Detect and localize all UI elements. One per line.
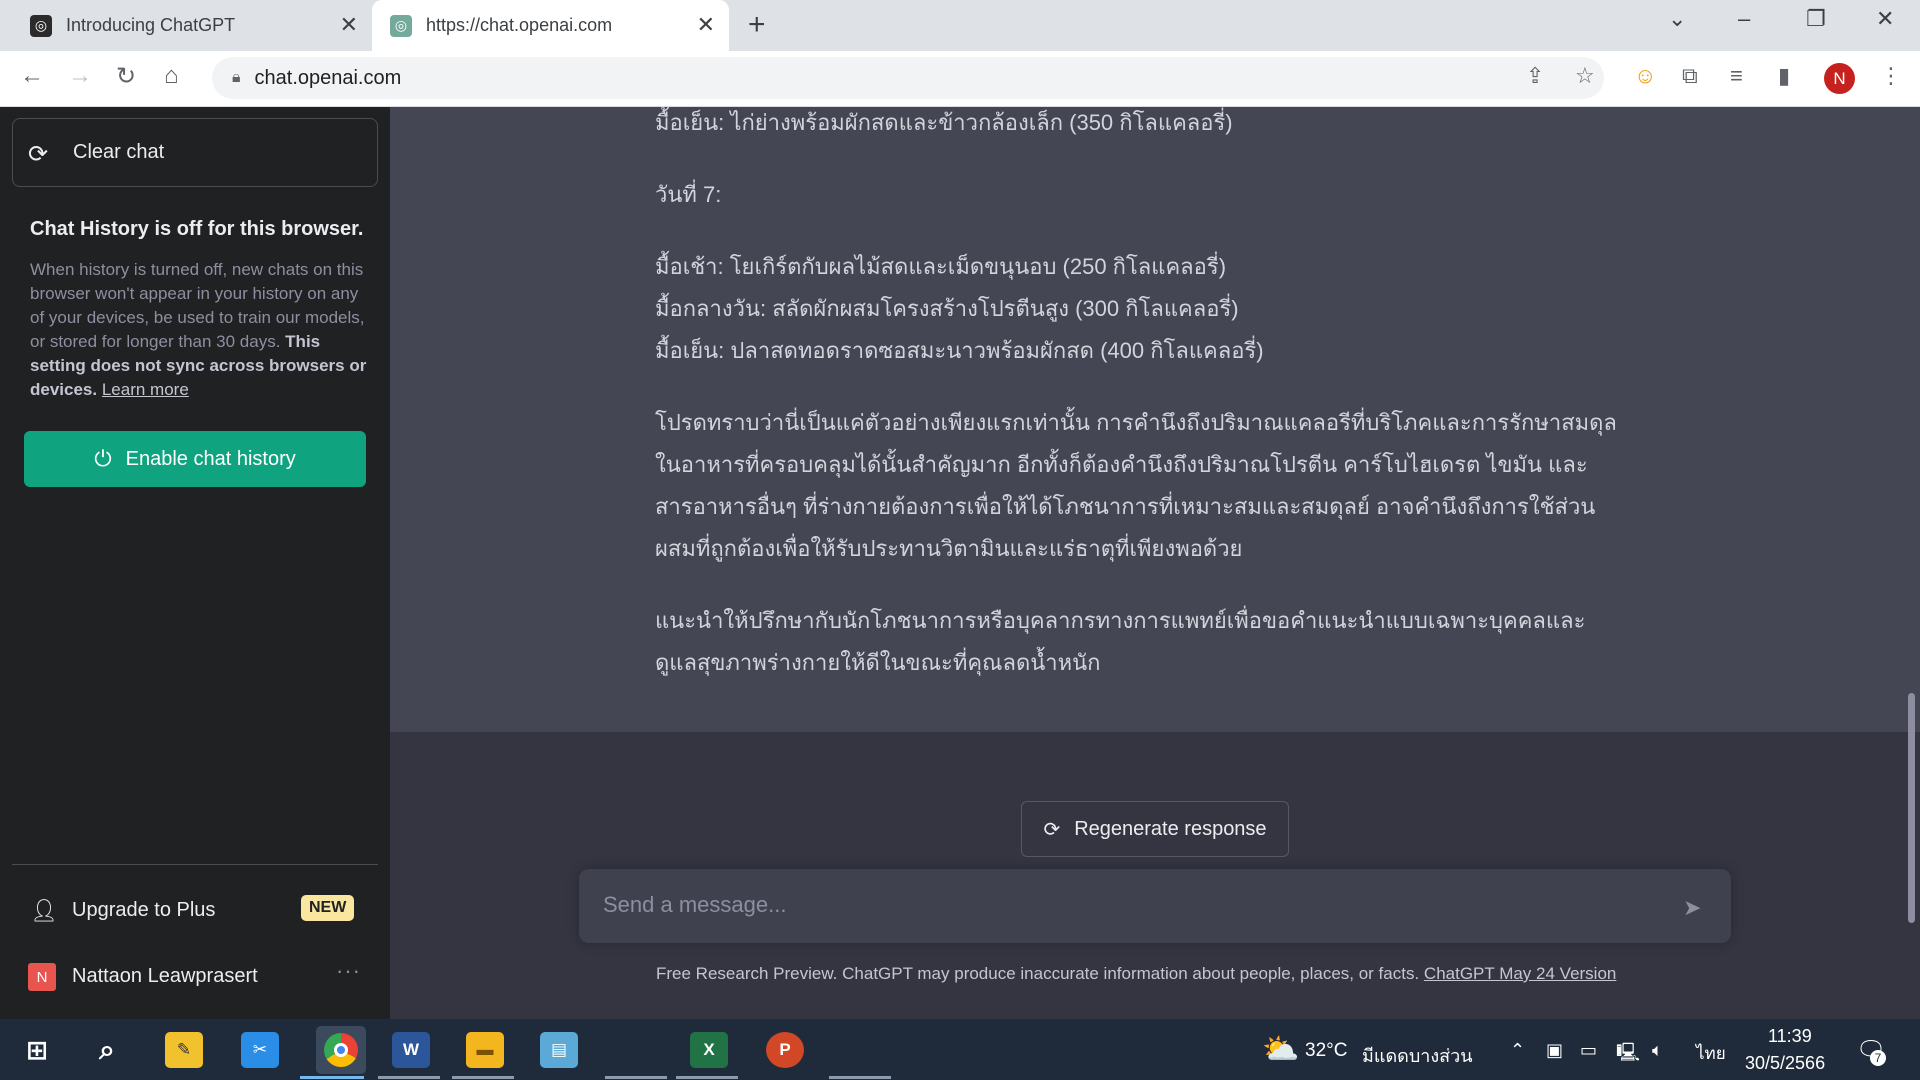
tab-search-icon[interactable]: ⌄ (1668, 6, 1686, 32)
search-icon[interactable]: ⌕ (88, 1032, 126, 1068)
new-badge: NEW (301, 895, 355, 921)
message-line: ผสมที่ถูกต้องเพื่อให้รับประทานวิตามินและ… (655, 536, 1243, 561)
footer-text: Free Research Preview. ChatGPT may produ… (656, 964, 1420, 983)
snipping-tool-icon[interactable]: ✂ (241, 1032, 279, 1068)
version-link[interactable]: ChatGPT May 24 Version (1424, 964, 1616, 983)
tab-title: Introducing ChatGPT (66, 15, 236, 35)
clock-time[interactable]: 11:39 (1768, 1026, 1812, 1047)
user-avatar[interactable]: N (28, 963, 56, 991)
user-icon: 👤︎ (30, 898, 58, 923)
close-tab-icon[interactable]: ✕ (697, 12, 715, 38)
forward-icon[interactable]: → (68, 62, 92, 90)
message-line: ในอาหารที่ครอบคลุมได้นั้นสำคัญมาก อีกทั้… (655, 452, 1588, 477)
enable-chat-history-label: Enable chat history (125, 447, 296, 470)
meet-now-icon[interactable]: ▣ (1546, 1040, 1563, 1061)
upgrade-to-plus-button[interactable]: Upgrade to Plus (72, 899, 215, 922)
tab-title: https://chat.openai.com (426, 15, 613, 35)
learn-more-link[interactable]: Learn more (102, 380, 189, 399)
message-line: ดูแลสุขภาพร่างกายให้ดีในขณะที่คุณลดน้ำหน… (655, 650, 1101, 675)
footer-disclaimer: Free Research Preview. ChatGPT may produ… (656, 964, 1616, 984)
sticky-notes-icon[interactable]: ✎ (165, 1032, 203, 1068)
message-line: มื้อเช้า: โยเกิร์ตกับผลไม้สดและเม็ดขนุนอ… (655, 254, 1227, 279)
show-hidden-icons-icon[interactable]: ⌃ (1510, 1040, 1525, 1061)
word-icon[interactable]: W (392, 1032, 430, 1068)
chrome-icon (324, 1033, 358, 1067)
message-line: มื้อเย็น: ปลาสดทอดราดซอสมะนาวพร้อมผักสด … (655, 338, 1264, 363)
running-indicator (676, 1076, 738, 1079)
running-indicator (605, 1076, 667, 1079)
bookmark-star-icon[interactable]: ☆ (1575, 63, 1595, 89)
history-off-description: When history is turned off, new chats on… (30, 258, 370, 402)
browser-menu-icon[interactable]: ⋮ (1880, 63, 1902, 89)
new-tab-button[interactable]: + (748, 8, 766, 42)
running-indicator (829, 1076, 891, 1079)
openai-favicon-icon: ◎ (30, 14, 52, 37)
message-line: วันที่ 7: (655, 182, 722, 207)
media-control-icon[interactable]: ≡ (1730, 63, 1743, 89)
powerpoint-icon[interactable]: P (766, 1032, 804, 1068)
extensions-puzzle-icon[interactable]: ⧉ (1682, 63, 1698, 89)
enable-chat-history-button[interactable]: ⏻ Enable chat history (24, 431, 366, 487)
refresh-icon: ⟳ (28, 141, 49, 168)
chrome-taskbar-button[interactable] (316, 1026, 366, 1074)
minimize-icon[interactable]: – (1738, 6, 1750, 32)
scrollbar[interactable] (1908, 693, 1915, 923)
regenerate-label: Regenerate response (1074, 817, 1267, 840)
volume-icon[interactable]: 🔈︎ (1652, 1040, 1663, 1061)
excel-icon[interactable]: X (690, 1032, 728, 1068)
notepad-icon[interactable]: ▤ (540, 1032, 578, 1068)
message-line: สารอาหารอื่นๆ ที่ร่างกายต้องการเพื่อให้ไ… (655, 494, 1596, 519)
network-icon[interactable]: 🖳︎ (1616, 1040, 1640, 1070)
weather-description[interactable]: มีแดดบางส่วน (1362, 1041, 1473, 1070)
address-bar[interactable]: 🔒︎ chat.openai.com (212, 57, 1604, 99)
notification-count: 7 (1870, 1050, 1886, 1066)
user-name[interactable]: Nattaon Leawprasert (72, 965, 258, 988)
profile-avatar[interactable]: N (1824, 63, 1855, 94)
running-indicator (452, 1076, 514, 1079)
lock-icon: 🔒︎ (232, 69, 241, 86)
url-text: chat.openai.com (254, 66, 402, 89)
running-indicator (378, 1076, 440, 1079)
power-icon: ⏻ (94, 446, 112, 471)
home-icon[interactable]: ⌂ (164, 62, 179, 90)
send-icon[interactable]: ➤ (1683, 895, 1701, 921)
close-tab-icon[interactable]: ✕ (340, 12, 358, 38)
message-line: โปรดทราบว่านี่เป็นแค่ตัวอย่างเพียงแรกเท่… (655, 410, 1617, 435)
active-indicator (300, 1076, 364, 1079)
restore-icon[interactable]: ❐ (1806, 6, 1826, 32)
windows-start-icon[interactable]: ⊞ (18, 1032, 56, 1068)
share-icon[interactable]: ⇪ (1526, 63, 1544, 89)
regenerate-icon: ⟳ (1043, 818, 1061, 841)
input-language[interactable]: ไทย (1696, 1040, 1726, 1067)
file-explorer-icon[interactable]: ▬ (466, 1032, 504, 1068)
more-options-icon[interactable]: ··· (336, 958, 361, 984)
side-panel-icon[interactable]: ▮ (1778, 63, 1790, 89)
message-line: มื้อเย็น: ไก่ย่างพร้อมผักสดและข้าวกล้องเ… (655, 110, 1233, 135)
message-line: แนะนำให้ปรึกษากับนักโภชนาการหรือบุคลากรท… (655, 608, 1586, 633)
reload-icon[interactable]: ↻ (116, 62, 136, 91)
tab-chat-openai[interactable]: ◎ https://chat.openai.com ✕ (372, 0, 729, 51)
message-line: มื้อกลางวัน: สลัดผักผสมโครงสร้างโปรตีนสู… (655, 296, 1239, 321)
weather-temperature[interactable]: 32°C (1305, 1040, 1347, 1062)
tab-introducing-chatgpt[interactable]: ◎ Introducing ChatGPT ✕ (20, 0, 372, 51)
openai-favicon-icon: ◎ (390, 14, 412, 37)
clear-chat-button[interactable]: Clear chat (12, 118, 378, 187)
message-input[interactable]: Send a message... (603, 892, 786, 918)
regenerate-response-button[interactable]: ⟳ Regenerate response (1021, 801, 1289, 857)
sidebar (0, 107, 390, 1019)
notification-center-icon[interactable]: 🗨︎ 7 (1856, 1036, 1886, 1066)
sidebar-divider (12, 864, 378, 865)
clock-date[interactable]: 30/5/2566 (1745, 1053, 1825, 1074)
chat-extension-icon[interactable]: ☺ (1634, 63, 1656, 89)
window-close-icon[interactable]: ✕ (1876, 6, 1894, 32)
back-icon[interactable]: ← (20, 62, 44, 90)
battery-icon[interactable]: ▭ (1580, 1040, 1597, 1061)
partly-sunny-icon[interactable]: ⛅ (1262, 1032, 1299, 1067)
history-off-title: Chat History is off for this browser. (30, 218, 364, 240)
